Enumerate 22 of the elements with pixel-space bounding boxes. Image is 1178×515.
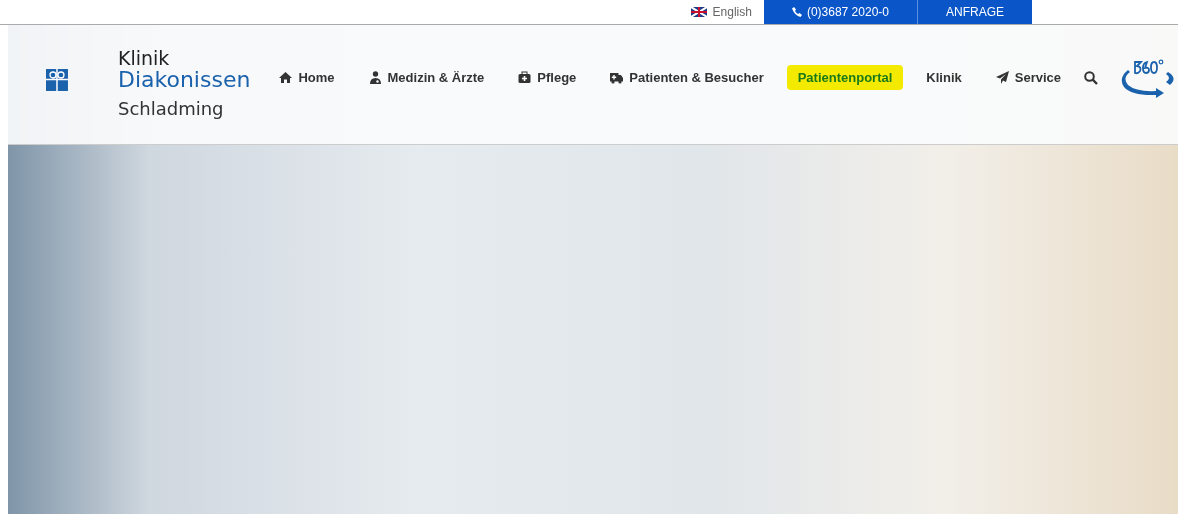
paper-plane-icon xyxy=(995,71,1009,84)
phone-button[interactable]: (0)3687 2020-0 xyxy=(763,0,917,24)
logo-icon xyxy=(46,68,68,91)
logo-text: Klinik xyxy=(117,48,171,69)
nav-link[interactable]: Patientenportal xyxy=(786,64,904,91)
search-icon[interactable] xyxy=(1084,70,1098,85)
flag-icon xyxy=(690,7,707,17)
nav-link[interactable]: Service xyxy=(984,64,1072,91)
request-button[interactable]: ANFRAGE xyxy=(917,0,1032,24)
logo-subtitle: Schladming xyxy=(117,99,225,119)
logo-text: Diakonissen xyxy=(117,68,251,92)
nav-link[interactable]: Klinik xyxy=(915,64,973,91)
nav-link[interactable]: Home xyxy=(268,64,346,91)
medkit-icon xyxy=(518,71,532,84)
nav-link[interactable]: Medizin & Ärzte xyxy=(357,64,496,91)
ambulance-icon xyxy=(610,71,624,84)
home-icon xyxy=(279,71,293,84)
nav-link[interactable]: Pflege xyxy=(507,64,588,91)
language-link[interactable]: English xyxy=(712,3,752,21)
nav-link[interactable]: Patienten & Besucher xyxy=(599,64,775,91)
doctor-icon xyxy=(368,71,382,84)
phone-icon xyxy=(791,7,802,17)
